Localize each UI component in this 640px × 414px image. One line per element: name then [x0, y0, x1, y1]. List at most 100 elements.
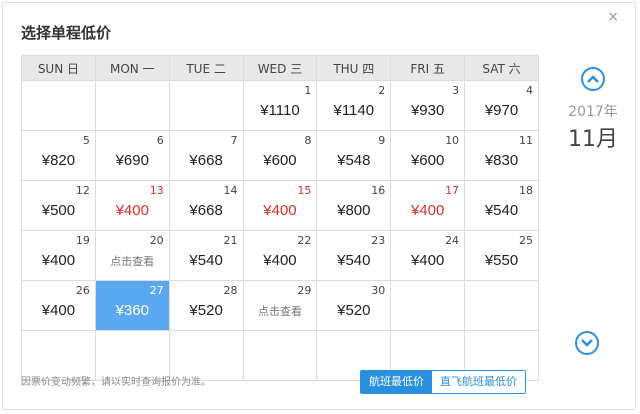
day-price: ¥540 [189, 252, 223, 269]
day-cell[interactable]: 11 ¥830 [464, 130, 539, 181]
day-price: ¥400 [41, 252, 76, 269]
day-number: 12 [75, 184, 90, 197]
calendar-grid: SUN 日 MON 一 TUE 二 WED 三 THU 四 FRI 五 SAT 六 1 ¥11… [21, 55, 539, 381]
low-price-dialog: 选择单程低价 × SUN 日 MON 一 TUE 二 WED 三 THU 四 FRI 五S… [2, 2, 636, 410]
day-cell[interactable]: 19 ¥400 [21, 230, 96, 281]
day-cell[interactable]: 3 ¥930 [390, 80, 466, 131]
day-number: 8 [304, 134, 312, 147]
dialog-title: 选择单程低价 [21, 24, 112, 42]
day-number: 11 [519, 134, 533, 147]
next-month-button[interactable] [575, 331, 599, 355]
day-number: 20 [149, 234, 164, 247]
day-number: 18 [519, 184, 533, 197]
empty-day-cell [168, 80, 244, 131]
day-number: 17 [445, 184, 460, 197]
day-cell[interactable]: 28 ¥520 [168, 280, 244, 331]
day-price: ¥690 [115, 152, 149, 169]
day-price: ¥520 [337, 302, 371, 319]
day-number: 15 [297, 184, 312, 197]
day-price: ¥930 [410, 102, 445, 119]
day-cell[interactable]: 22 ¥400 [242, 230, 318, 281]
prev-month-button[interactable] [581, 67, 605, 91]
day-price: ¥400 [41, 302, 76, 319]
day-cell[interactable]: 25 ¥550 [464, 230, 539, 281]
day-cell[interactable]: 29 点击查看 [242, 280, 318, 331]
price-disclaimer: 因票价变动频繁，请以实时查询报价为准。 [21, 377, 211, 388]
day-number: 9 [378, 134, 386, 147]
day-number: 4 [526, 84, 533, 97]
empty-day-cell [464, 280, 539, 331]
day-number: 7 [230, 134, 238, 147]
day-number: 21 [223, 234, 238, 247]
day-number: 1 [304, 84, 312, 97]
day-price: ¥600 [263, 152, 297, 169]
day-cell[interactable]: 10 ¥600 [390, 130, 466, 181]
day-cell[interactable]: 7 ¥668 [168, 130, 244, 181]
empty-day-cell [390, 280, 466, 331]
day-price: ¥820 [41, 152, 76, 169]
view-price-link[interactable]: 点击查看 [244, 303, 317, 319]
weekday-label: SAT 六 [464, 55, 539, 81]
day-cell[interactable]: 2 ¥1140 [316, 80, 392, 131]
weekday-header: SUN 日 MON 一 TUE 二 WED 三 THU 四 FRI 五 SAT 六 [21, 55, 539, 81]
day-price: ¥400 [263, 252, 297, 269]
day-cell[interactable]: 12 ¥500 [21, 180, 96, 231]
day-number: 19 [75, 234, 90, 247]
day-price: ¥600 [410, 152, 445, 169]
day-price: ¥1110 [260, 102, 300, 119]
view-price-link[interactable]: 点击查看 [96, 253, 169, 269]
day-price: ¥800 [337, 202, 371, 219]
day-cell[interactable]: 1 ¥1110 [242, 80, 318, 131]
day-number: 29 [297, 284, 312, 297]
day-cell[interactable]: 4 ¥970 [464, 80, 539, 131]
day-cell[interactable]: 24 ¥400 [390, 230, 466, 281]
day-cell[interactable]: 23 ¥540 [316, 230, 392, 281]
day-price: ¥550 [484, 252, 519, 269]
chevron-up-icon [587, 75, 599, 83]
day-number: 27 [149, 284, 164, 297]
day-price: ¥1140 [333, 102, 375, 119]
day-price: ¥830 [484, 152, 519, 169]
day-price: ¥500 [41, 202, 76, 219]
close-icon[interactable]: × [607, 9, 619, 25]
chevron-down-icon [581, 339, 593, 347]
day-cell[interactable]: 30 ¥520 [316, 280, 392, 331]
month-navigator: 2017年 11月 [563, 67, 623, 153]
day-number: 28 [223, 284, 238, 297]
day-number: 25 [519, 234, 533, 247]
day-cell[interactable]: 14 ¥668 [168, 180, 244, 231]
day-price: ¥668 [189, 202, 223, 219]
day-cell[interactable]: 20 点击查看 [94, 230, 170, 281]
weekday-label: SUN 日 [21, 55, 96, 81]
day-price: ¥400 [410, 252, 445, 269]
day-price: ¥540 [484, 202, 519, 219]
day-cell[interactable]: 8 ¥600 [242, 130, 318, 181]
tab-lowest-flight[interactable]: 航班最低价 [361, 371, 432, 393]
calendar-week: 1 ¥1110 2 ¥1140 3 ¥930 4 ¥970 [21, 80, 539, 131]
day-cell[interactable]: 6 ¥690 [94, 130, 170, 181]
day-cell[interactable]: 9 ¥548 [316, 130, 392, 181]
day-cell[interactable]: 17 ¥400 [390, 180, 466, 231]
day-cell[interactable]: 13 ¥400 [94, 180, 170, 231]
day-price: ¥540 [337, 252, 371, 269]
tab-lowest-direct-flight[interactable]: 直飞航班最低价 [432, 371, 525, 393]
day-cell[interactable]: 15 ¥400 [242, 180, 318, 231]
day-number: 10 [445, 134, 460, 147]
day-number: 22 [297, 234, 312, 247]
weekday-label: WED 三 [242, 55, 318, 81]
day-number: 5 [82, 134, 90, 147]
day-number: 30 [371, 284, 386, 297]
day-price: ¥400 [410, 202, 445, 219]
day-cell[interactable]: 16 ¥800 [316, 180, 392, 231]
day-cell[interactable]: 21 ¥540 [168, 230, 244, 281]
day-cell[interactable]: 18 ¥540 [464, 180, 539, 231]
weekday-label: FRI 五 [390, 55, 466, 81]
day-number: 26 [75, 284, 90, 297]
calendar-week: 12 ¥500 13 ¥400 14 ¥668 15 ¥400 16 ¥800 17 ¥400 18 ¥5… [21, 180, 539, 231]
day-number: 24 [445, 234, 460, 247]
weekday-label: MON 一 [94, 55, 170, 81]
day-cell[interactable]: 26 ¥400 [21, 280, 96, 331]
day-cell[interactable]: 27 ¥360 [94, 280, 170, 331]
day-number: 13 [149, 184, 164, 197]
day-cell[interactable]: 5 ¥820 [21, 130, 96, 181]
